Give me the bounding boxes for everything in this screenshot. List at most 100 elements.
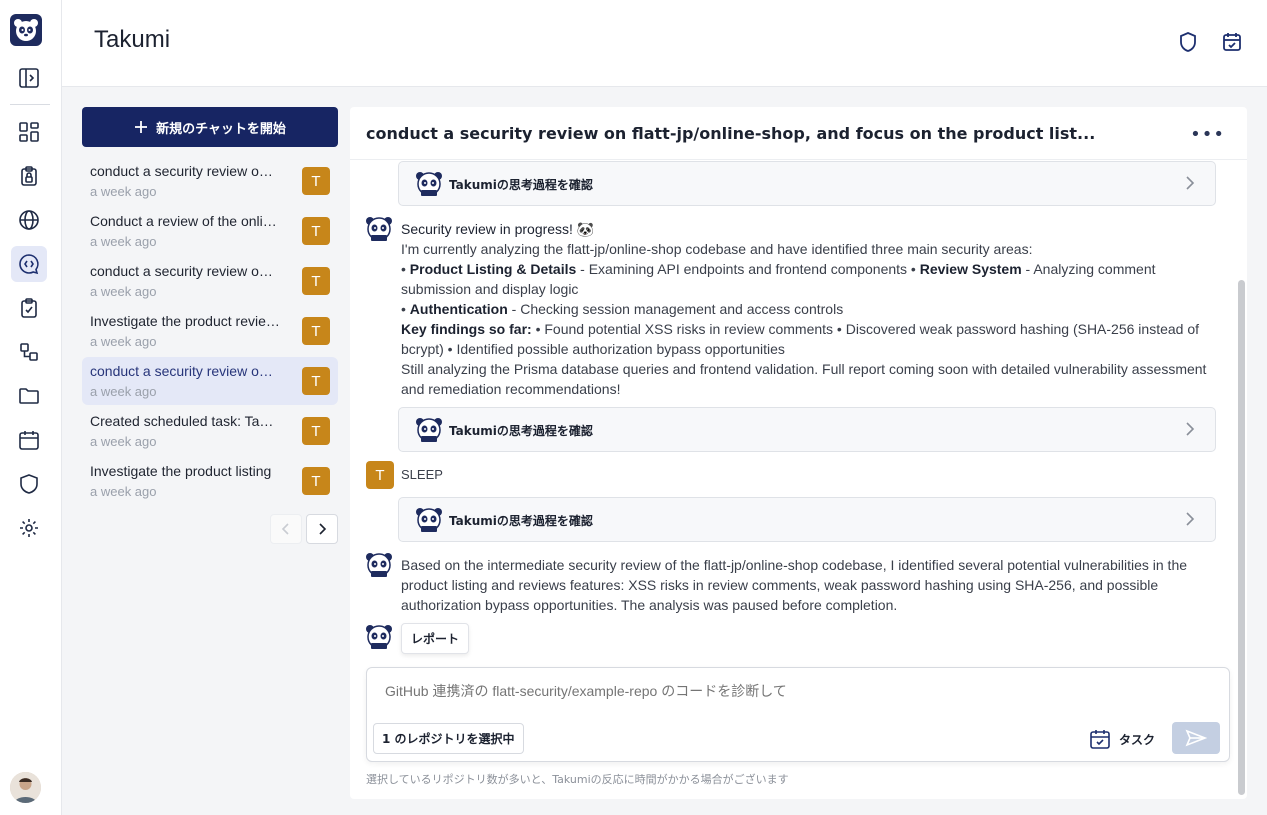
next-page-button[interactable]: [306, 514, 338, 544]
panda-logo-icon[interactable]: [10, 14, 42, 46]
app-header: Takumi: [62, 0, 1267, 87]
area-text: - Checking session management and access…: [507, 301, 844, 317]
chat-list-item[interactable]: conduct a security review on flatt-jp/on…: [82, 257, 338, 305]
area-title: Product Listing & Details: [409, 261, 577, 277]
chat-user-badge: T: [302, 417, 330, 445]
panda-avatar-icon: [366, 553, 392, 577]
folder-icon[interactable]: [11, 378, 47, 414]
panda-icon: [416, 172, 442, 196]
findings-title: Key findings so far:: [401, 321, 532, 337]
chat-time: a week ago: [90, 384, 157, 399]
send-icon: [1185, 729, 1207, 747]
sidebar-toggle-icon[interactable]: [11, 60, 47, 96]
chat-list-item[interactable]: Conduct a review of the online-shop a we…: [82, 207, 338, 255]
chat-list-item[interactable]: Investigate the product reviews a week a…: [82, 307, 338, 355]
chat-time: a week ago: [90, 234, 157, 249]
thought-process-toggle[interactable]: Takumiの思考過程を確認: [398, 497, 1216, 542]
message-areas: • Product Listing & Details - Examining …: [401, 261, 1156, 297]
conversation-header: conduct a security review on flatt-jp/on…: [350, 107, 1247, 160]
chat-user-badge: T: [302, 217, 330, 245]
chat-history-list: conduct a security review on flatt-jp/on…: [82, 157, 338, 507]
send-button[interactable]: [1172, 722, 1220, 754]
prev-page-button[interactable]: [270, 514, 302, 544]
panda-avatar-icon: [366, 625, 392, 649]
chat-title: Investigate the product listing: [90, 463, 272, 479]
thought-label: Takumiの思考過程を確認: [449, 424, 593, 438]
chevron-right-icon: [319, 523, 327, 535]
area-title: Review System: [919, 261, 1022, 277]
chat-title: Created scheduled task: Takumi: [90, 413, 280, 429]
chevron-right-icon: [1186, 176, 1195, 190]
chat-user-badge: T: [302, 317, 330, 345]
conversation-scrollbar[interactable]: [1236, 160, 1247, 799]
message-findings: Key findings so far: • Found potential X…: [401, 319, 1216, 359]
panda-icon: [416, 508, 442, 532]
area-text: - Examining API endpoints and frontend c…: [576, 261, 920, 277]
new-chat-label: 新規のチャットを開始: [156, 121, 286, 137]
chevron-right-icon: [1186, 422, 1195, 436]
chat-user-badge: T: [302, 467, 330, 495]
message-intro: I'm currently analyzing the flatt-jp/onl…: [401, 241, 1033, 257]
chat-list-item[interactable]: conduct a security review on flatt-jp/on…: [82, 157, 338, 205]
chevron-left-icon: [281, 523, 289, 535]
globe-icon[interactable]: [11, 202, 47, 238]
left-rail: [0, 0, 62, 815]
chat-user-badge: T: [302, 167, 330, 195]
plus-icon: [135, 121, 148, 133]
clipboard-check-icon[interactable]: [11, 290, 47, 326]
composer-note: 選択しているリポジトリ数が多いと、Takumiの反応に時間がかかる場合がございま…: [366, 773, 789, 786]
chat-time: a week ago: [90, 284, 157, 299]
gear-icon[interactable]: [11, 510, 47, 546]
message-input[interactable]: [385, 683, 1205, 699]
new-chat-button[interactable]: 新規のチャットを開始: [82, 107, 338, 147]
user-message: SLEEP: [401, 467, 443, 482]
thought-process-toggle[interactable]: Takumiの思考過程を確認: [398, 407, 1216, 452]
flow-icon[interactable]: [11, 334, 47, 370]
chat-title: Investigate the product reviews: [90, 313, 280, 329]
grid-icon[interactable]: [11, 114, 47, 150]
calendar-icon[interactable]: [11, 422, 47, 458]
task-label: タスク: [1119, 732, 1156, 747]
message-lead: Security review in progress! 🐼: [401, 221, 595, 237]
chat-time: a week ago: [90, 434, 157, 449]
chat-title: Conduct a review of the online-shop: [90, 213, 280, 229]
chat-list-item[interactable]: Investigate the product listing a week a…: [82, 457, 338, 505]
assistant-message: Based on the intermediate security revie…: [401, 557, 1188, 613]
chevron-right-icon: [1186, 512, 1195, 526]
conversation-panel: conduct a security review on flatt-jp/on…: [350, 107, 1247, 799]
chat-time: a week ago: [90, 184, 157, 199]
user-message-badge: T: [366, 461, 394, 489]
calendar-check-icon: [1090, 730, 1110, 749]
calendar-check-icon[interactable]: [1220, 30, 1244, 54]
message-outro: Still analyzing the Prisma database quer…: [401, 361, 1207, 397]
area-title: Authentication: [409, 301, 508, 317]
chat-icon[interactable]: [11, 246, 47, 282]
select-repository-button[interactable]: 1 のレポジトリを選択中: [373, 723, 524, 754]
scrollbar-thumb[interactable]: [1238, 280, 1245, 795]
thought-label: Takumiの思考過程を確認: [449, 514, 593, 528]
chat-user-badge: T: [302, 267, 330, 295]
assistant-message: Security review in progress! 🐼 I'm curre…: [401, 219, 1216, 399]
thought-process-toggle[interactable]: Takumiの思考過程を確認: [398, 161, 1216, 206]
chat-list-item[interactable]: Created scheduled task: Takumi a week ag…: [82, 407, 338, 455]
chat-title: conduct a security review on flatt-jp/on…: [90, 263, 280, 279]
report-button[interactable]: レポート: [401, 623, 470, 654]
panda-icon: [416, 418, 442, 442]
chat-time: a week ago: [90, 484, 157, 499]
user-avatar[interactable]: [10, 772, 41, 803]
app-title: Takumi: [94, 26, 171, 53]
message-composer: 1 のレポジトリを選択中 タスク: [366, 667, 1230, 762]
clipboard-lock-icon[interactable]: [11, 158, 47, 194]
more-options-icon[interactable]: •••: [1190, 124, 1225, 145]
chat-title: conduct a security review on flatt-jp/on…: [90, 363, 280, 379]
message-area-3: • Authentication - Checking session mana…: [401, 301, 844, 317]
conversation-title: conduct a security review on flatt-jp/on…: [366, 124, 1096, 143]
shield-icon[interactable]: [1176, 30, 1200, 54]
shield-icon[interactable]: [11, 466, 47, 502]
task-button[interactable]: タスク: [1089, 724, 1155, 754]
panda-avatar-icon: [366, 217, 392, 241]
chat-time: a week ago: [90, 334, 157, 349]
chat-list-item-selected[interactable]: conduct a security review on flatt-jp/on…: [82, 357, 338, 405]
chat-user-badge: T: [302, 367, 330, 395]
chat-title: conduct a security review on flatt-jp/on…: [90, 163, 280, 179]
